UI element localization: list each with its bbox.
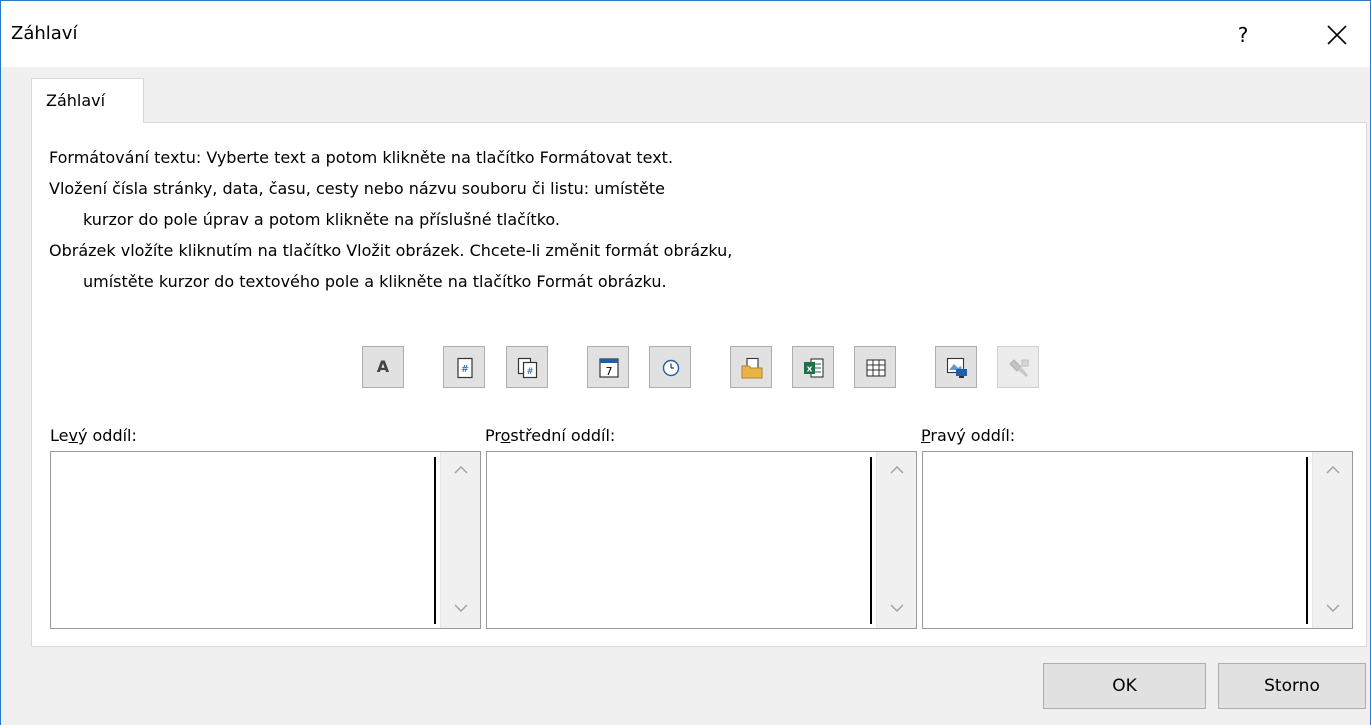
insert-picture-icon xyxy=(946,357,967,378)
left-section-label: Levý oddíl: xyxy=(50,426,137,445)
insert-date-button[interactable]: 7 xyxy=(587,346,629,388)
header-dialog: Záhlaví ? Záhlaví Formátování textu: Vyb… xyxy=(0,0,1371,725)
text-caret xyxy=(434,457,436,624)
file-path-icon xyxy=(741,357,763,379)
format-picture-icon xyxy=(1009,359,1029,377)
svg-text:#: # xyxy=(461,364,469,375)
instruction-line: kurzor do pole úprav a potom klikněte na… xyxy=(83,210,560,229)
chevron-up-icon xyxy=(890,466,904,474)
svg-text:#: # xyxy=(526,367,534,377)
insert-file-path-button[interactable] xyxy=(730,346,772,388)
scroll-up-button[interactable] xyxy=(877,456,917,486)
center-section-label: Prostřední oddíl: xyxy=(485,426,616,445)
chevron-up-icon xyxy=(1326,466,1340,474)
chevron-down-icon xyxy=(454,604,468,612)
format-text-button[interactable]: A xyxy=(362,346,404,388)
tab-header-label: Záhlaví xyxy=(46,91,106,110)
time-icon xyxy=(662,359,680,377)
file-name-icon: x xyxy=(804,358,824,378)
instruction-line: Obrázek vložíte kliknutím na tlačítko Vl… xyxy=(49,241,733,260)
svg-text:7: 7 xyxy=(606,365,613,378)
chevron-down-icon xyxy=(890,604,904,612)
text-caret xyxy=(870,457,872,624)
format-text-icon: A xyxy=(376,357,390,376)
close-button[interactable] xyxy=(1317,15,1357,55)
insert-file-name-button[interactable]: x xyxy=(792,346,834,388)
scroll-up-button[interactable] xyxy=(441,456,481,486)
text-caret xyxy=(1306,457,1308,624)
instruction-line: Formátování textu: Vyberte text a potom … xyxy=(49,148,674,167)
dialog-title: Záhlaví xyxy=(11,23,78,44)
svg-text:x: x xyxy=(807,365,813,375)
insert-number-of-pages-button[interactable]: # xyxy=(506,346,548,388)
scroll-down-button[interactable] xyxy=(1313,594,1353,624)
title-bar: Záhlaví ? xyxy=(1,1,1370,67)
chevron-down-icon xyxy=(1326,604,1340,612)
sheet-name-icon xyxy=(866,359,886,377)
tab-panel: Formátování textu: Vyberte text a potom … xyxy=(31,122,1367,647)
scroll-down-button[interactable] xyxy=(877,594,917,624)
right-section-label: Pravý oddíl: xyxy=(921,426,1016,445)
scroll-down-button[interactable] xyxy=(441,594,481,624)
cancel-button[interactable]: Storno xyxy=(1218,663,1366,709)
instruction-line: umístěte kurzor do textového pole a klik… xyxy=(83,272,667,291)
insert-picture-button[interactable] xyxy=(935,346,977,388)
right-section-input[interactable] xyxy=(922,451,1353,629)
insert-sheet-name-button[interactable] xyxy=(854,346,896,388)
page-number-icon: # xyxy=(457,357,473,379)
format-picture-button[interactable] xyxy=(997,346,1039,388)
tab-header[interactable]: Záhlaví xyxy=(31,78,144,123)
close-icon xyxy=(1327,25,1347,45)
ok-button[interactable]: OK xyxy=(1043,663,1206,709)
scroll-up-button[interactable] xyxy=(1313,456,1353,486)
insert-page-number-button[interactable]: # xyxy=(443,346,485,388)
insert-time-button[interactable] xyxy=(649,346,691,388)
vertical-scrollbar[interactable] xyxy=(1312,452,1352,628)
left-section-input[interactable] xyxy=(50,451,481,629)
date-icon: 7 xyxy=(599,358,619,378)
instruction-line: Vložení čísla stránky, data, času, cesty… xyxy=(49,179,665,198)
number-of-pages-icon: # xyxy=(517,357,538,379)
center-section-input[interactable] xyxy=(486,451,917,629)
chevron-up-icon xyxy=(454,466,468,474)
vertical-scrollbar[interactable] xyxy=(876,452,916,628)
vertical-scrollbar[interactable] xyxy=(440,452,480,628)
help-button[interactable]: ? xyxy=(1223,15,1263,55)
